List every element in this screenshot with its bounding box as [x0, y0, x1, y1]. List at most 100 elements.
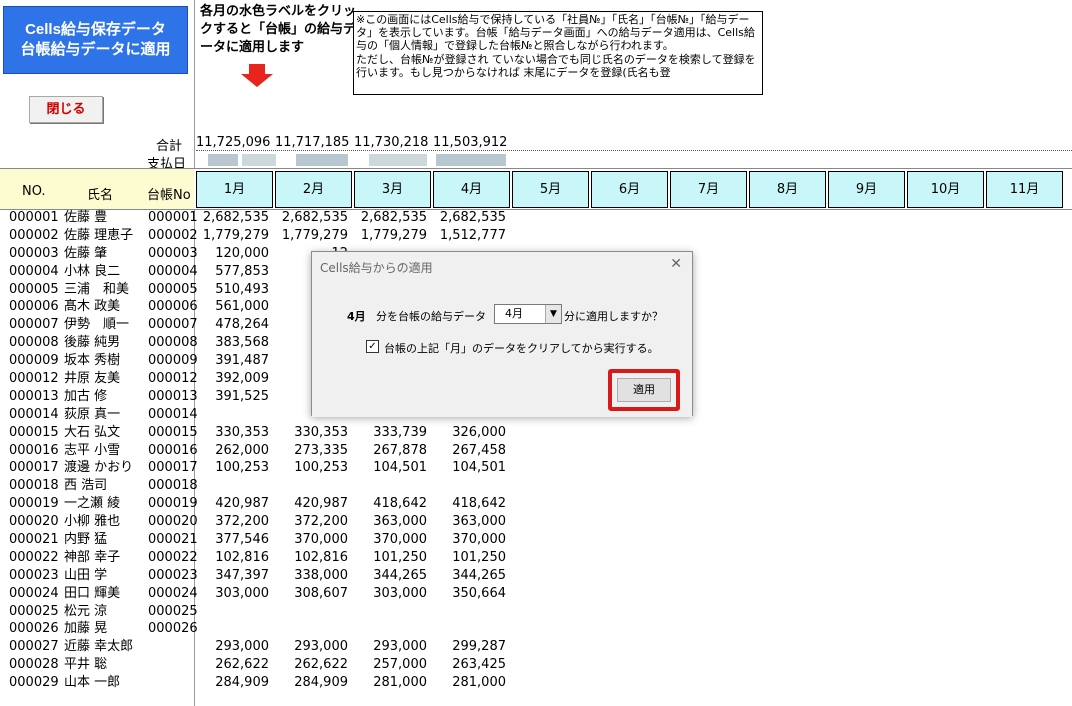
salary-month-2: 420,987: [294, 496, 348, 512]
ledger-no: 000024: [148, 585, 198, 601]
employee-name: 加古 修: [64, 388, 108, 404]
table-row: 000018 西 浩司 000018: [0, 477, 520, 495]
ledger-no: 000016: [148, 442, 198, 458]
ledger-no: 000004: [148, 263, 198, 279]
header-no: NO.: [22, 184, 46, 199]
employee-no: 000022: [9, 549, 59, 565]
table-row: 000016 志平 小雪 000016 262,000 273,335 267,878 26…: [0, 442, 520, 460]
month-label-1[interactable]: 1月: [196, 171, 273, 208]
employee-name: 西 浩司: [64, 478, 108, 494]
chevron-down-icon[interactable]: ▼: [545, 305, 561, 323]
employee-no: 000005: [9, 281, 59, 297]
ledger-no: 000005: [148, 281, 198, 297]
dotted-separator: [196, 150, 1072, 151]
employee-no: 000025: [9, 603, 59, 619]
salary-month-2: 330,353: [294, 424, 348, 440]
checkmark-icon: ✓: [368, 341, 377, 352]
month-label-5[interactable]: 5月: [512, 171, 589, 208]
table-row: 000029 山本 一郎 284,909 284,909 281,000 281,000: [0, 674, 520, 692]
table-row: 000024 田口 輝美 000024 303,000 308,607 303,000 35…: [0, 585, 520, 603]
salary-month-2: 372,200: [294, 514, 348, 530]
employee-name: 志平 小雪: [64, 442, 121, 458]
employee-name: 渡邊 かおり: [64, 460, 134, 476]
table-row: 000019 一之瀬 綾 000019 420,987 420,987 418,642 41…: [0, 495, 520, 513]
employee-no: 000002: [9, 227, 59, 243]
month-label-4[interactable]: 4月: [433, 171, 510, 208]
salary-month-1: 420,987: [215, 496, 269, 512]
instruction-text: 各月の水色ラベルをクリックすると「台帳」の給与データに適用します: [200, 4, 357, 55]
ledger-no: 000025: [148, 603, 198, 619]
month-label-11[interactable]: 11月: [986, 171, 1063, 208]
salary-month-4: 344,265: [452, 567, 506, 583]
dialog-prompt-part1: 分を台帳の給与データ: [376, 310, 486, 323]
employee-name: 坂本 秀樹: [64, 353, 121, 369]
salary-month-1: 303,000: [215, 585, 269, 601]
ledger-no: 000020: [148, 514, 198, 530]
employee-no: 000003: [9, 245, 59, 261]
employee-no: 000019: [9, 496, 59, 512]
salary-month-1: 262,000: [215, 442, 269, 458]
ledger-no: 000023: [148, 567, 198, 583]
target-month-select[interactable]: 4月 ▼: [494, 304, 562, 324]
apply-to-ledger-title-button[interactable]: Cells給与保存データ 台帳給与データに適用: [3, 6, 188, 74]
clear-before-apply-checkbox[interactable]: ✓: [366, 340, 379, 353]
ledger-no: 000013: [148, 388, 198, 404]
month-label-6[interactable]: 6月: [591, 171, 668, 208]
salary-month-1: 330,353: [215, 424, 269, 440]
employee-no: 000013: [9, 388, 59, 404]
table-row: 000017 渡邊 かおり 000017 100,253 100,253 104,501 1…: [0, 459, 520, 477]
clear-before-apply-label: 台帳の上記「月」のデータをクリアしてから実行する。: [384, 342, 659, 355]
month-label-9[interactable]: 9月: [828, 171, 905, 208]
explanation-note: ※この画面にはCells給与で保持している「社員№」「氏名」「台帳№」「給与デー…: [353, 11, 763, 95]
month-label-2[interactable]: 2月: [275, 171, 352, 208]
salary-month-2: 273,335: [294, 442, 348, 458]
employee-no: 000027: [9, 639, 59, 655]
salary-month-1: 1,779,279: [202, 227, 269, 243]
salary-month-1: 510,493: [215, 281, 269, 297]
salary-month-1: 347,397: [215, 567, 269, 583]
apply-button-highlight: 適用: [608, 369, 680, 411]
employee-no: 000012: [9, 371, 59, 387]
ledger-no: 000009: [148, 353, 198, 369]
month-label-7[interactable]: 7月: [670, 171, 747, 208]
salary-month-4: 299,287: [452, 639, 506, 655]
ledger-no: 000026: [148, 621, 198, 637]
month-label-10[interactable]: 10月: [907, 171, 984, 208]
month-label-8[interactable]: 8月: [749, 171, 826, 208]
salary-month-3: 293,000: [373, 639, 427, 655]
ledger-no: 000017: [148, 460, 198, 476]
salary-month-3: 281,000: [373, 675, 427, 691]
total-month-1: 11,725,096: [196, 135, 271, 150]
employee-no: 000016: [9, 442, 59, 458]
employee-no: 000006: [9, 299, 59, 315]
salary-month-2: 338,000: [294, 567, 348, 583]
employee-name: 平井 聡: [64, 657, 108, 673]
apply-button[interactable]: 適用: [617, 378, 671, 402]
table-row: 000002 佐藤 理恵子 000002 1,779,279 1,779,279 1,77…: [0, 227, 520, 245]
employee-name: 荻原 真一: [64, 406, 121, 422]
employee-no: 000028: [9, 657, 59, 673]
salary-month-1: 284,909: [215, 675, 269, 691]
close-icon[interactable]: ✕: [670, 256, 682, 272]
title-line-1: Cells給与保存データ: [25, 21, 166, 38]
salary-month-2: 370,000: [294, 532, 348, 548]
dialog-source-month: 4月: [347, 310, 366, 323]
table-row: 000025 松元 涼 000025: [0, 603, 520, 621]
employee-name: 井原 友美: [64, 371, 121, 387]
dialog-body: 4月 分を台帳の給与データ 4月 ▼ 分に適用しますか？ ✓ 台帳の上記「月」の…: [312, 282, 692, 417]
close-button[interactable]: 閉じる: [29, 96, 103, 123]
target-month-value: 4月: [505, 307, 523, 320]
salary-month-1: 391,525: [215, 388, 269, 404]
employee-name: 神部 幸子: [64, 549, 121, 565]
employee-name: 伊勢 順一: [64, 317, 130, 333]
month-label-3[interactable]: 3月: [354, 171, 431, 208]
salary-month-4: 326,000: [452, 424, 506, 440]
salary-month-1: 293,000: [215, 639, 269, 655]
salary-month-2: 102,816: [294, 549, 348, 565]
ledger-no: 000012: [148, 371, 198, 387]
salary-month-2: 100,253: [294, 460, 348, 476]
employee-name: 大石 弘文: [64, 424, 121, 440]
table-row: 000027 近藤 幸太郎 293,000 293,000 293,000 299,287: [0, 638, 520, 656]
employee-no: 000001: [9, 210, 59, 225]
salary-month-3: 101,250: [373, 549, 427, 565]
